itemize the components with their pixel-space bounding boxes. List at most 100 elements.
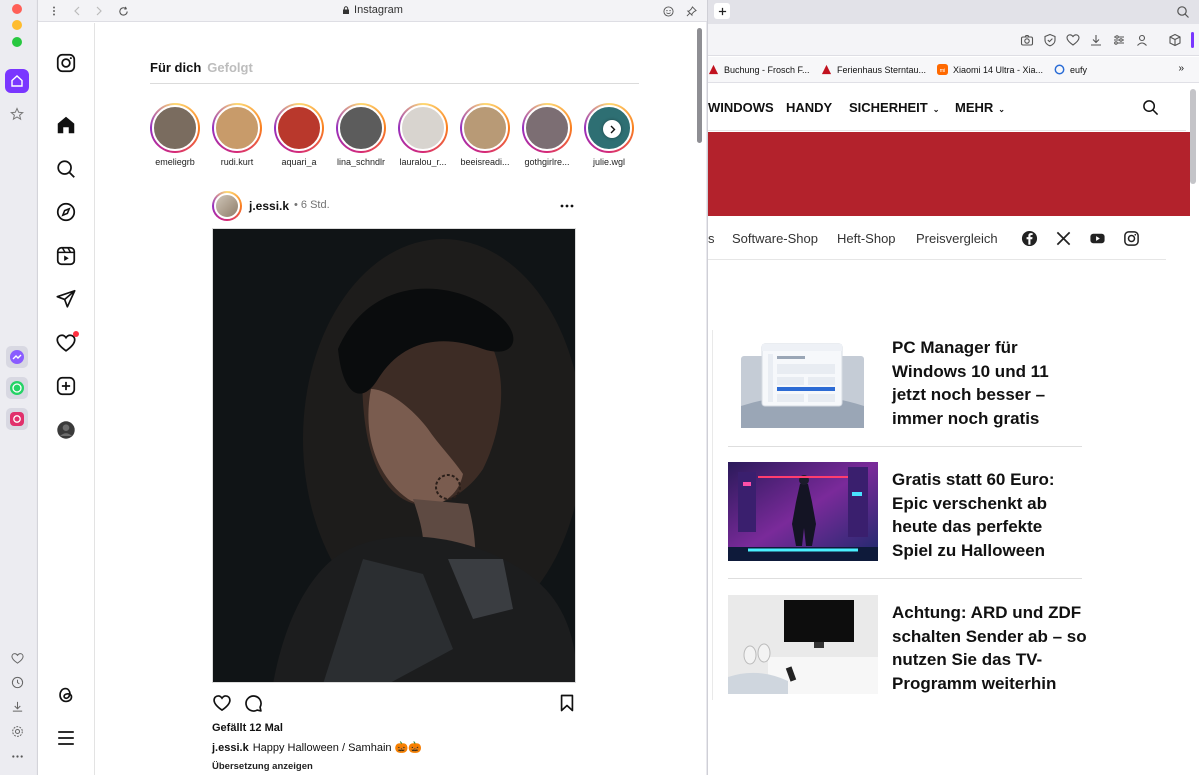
clock-icon bbox=[11, 676, 24, 689]
shield-icon[interactable] bbox=[1043, 33, 1057, 47]
article-headline[interactable]: PC Manager für Windows 10 und 11 jetzt n… bbox=[892, 336, 1087, 430]
download-icon bbox=[11, 700, 24, 713]
facebook-icon[interactable] bbox=[1021, 230, 1038, 247]
subnav-item-preisvergleich[interactable]: Preisvergleich bbox=[916, 231, 998, 246]
caption-username[interactable]: j.essi.k bbox=[212, 742, 249, 754]
more-sidebar-button[interactable] bbox=[9, 748, 25, 764]
site-search-icon[interactable] bbox=[1142, 99, 1159, 116]
post-author-avatar[interactable] bbox=[212, 191, 242, 221]
post-timestamp: • 6 Std. bbox=[294, 199, 330, 211]
youtube-icon[interactable] bbox=[1089, 230, 1106, 247]
story-item[interactable]: lina_schndlr bbox=[330, 103, 392, 167]
nav-search[interactable] bbox=[55, 158, 77, 180]
tabs-divider bbox=[150, 83, 639, 84]
settings-button[interactable] bbox=[9, 723, 25, 739]
like-button[interactable] bbox=[212, 693, 232, 713]
nav-item-handy[interactable]: HANDY bbox=[786, 100, 832, 115]
article-headline[interactable]: Gratis statt 60 Euro: Epic verschenkt ab… bbox=[892, 468, 1087, 562]
messenger-app-button[interactable] bbox=[6, 346, 28, 368]
new-tab-button[interactable] bbox=[714, 3, 730, 19]
home-icon bbox=[10, 74, 24, 88]
tab-search-icon[interactable] bbox=[1176, 5, 1190, 19]
bookmark-item[interactable]: eufy bbox=[1054, 64, 1087, 75]
nav-threads[interactable] bbox=[55, 684, 77, 706]
extension-cube-icon[interactable] bbox=[1168, 33, 1182, 47]
stories-tray: emeliegrb rudi.kurt aquari_a lina_schndl… bbox=[150, 103, 650, 173]
nav-explore[interactable] bbox=[55, 201, 77, 223]
frosch-favicon-icon bbox=[708, 64, 719, 75]
whatsapp-app-button[interactable] bbox=[6, 377, 28, 399]
story-avatar bbox=[276, 105, 322, 151]
story-item[interactable]: gothgirlre... bbox=[516, 103, 578, 167]
reels-icon bbox=[55, 245, 77, 267]
close-window-button[interactable] bbox=[12, 4, 22, 14]
easy-setup-icon[interactable] bbox=[1112, 33, 1126, 47]
chevron-right-icon bbox=[609, 125, 616, 134]
bookmark-label: Buchung - Frosch F... bbox=[724, 65, 810, 75]
story-username: julie.wgl bbox=[578, 157, 640, 167]
ad-banner[interactable] bbox=[708, 132, 1190, 216]
panel-scrollbar[interactable] bbox=[697, 28, 702, 143]
bookmark-item[interactable]: Ferienhaus Sterntau... bbox=[821, 64, 926, 75]
notification-dot bbox=[73, 331, 79, 337]
history-button[interactable] bbox=[9, 674, 25, 690]
nav-notifications[interactable] bbox=[55, 332, 77, 354]
heart-sidebar-button[interactable] bbox=[9, 650, 25, 666]
post-actions bbox=[212, 693, 576, 715]
subnav-item-cut[interactable]: s bbox=[708, 231, 715, 246]
download-icon[interactable] bbox=[1089, 33, 1103, 47]
bookmark-item[interactable]: miXiaomi 14 Ultra - Xia... bbox=[937, 64, 1043, 75]
plus-icon bbox=[718, 7, 727, 16]
heart-icon[interactable] bbox=[1066, 33, 1080, 47]
post-author-username[interactable]: j.essi.k bbox=[249, 199, 289, 213]
page-scrollbar[interactable] bbox=[1190, 89, 1196, 184]
story-item[interactable]: lauralou_r... bbox=[392, 103, 454, 167]
story-item[interactable]: aquari_a bbox=[268, 103, 330, 167]
x-twitter-icon[interactable] bbox=[1055, 230, 1072, 247]
camera-icon[interactable] bbox=[1020, 33, 1034, 47]
save-post-button[interactable] bbox=[557, 693, 577, 713]
nav-item-sicherheit[interactable]: SICHERHEIT⌄ bbox=[849, 100, 939, 115]
emoji-button[interactable] bbox=[660, 3, 676, 19]
home-workspace-button[interactable] bbox=[5, 69, 29, 93]
instagram-logo-button[interactable] bbox=[55, 52, 77, 74]
story-item[interactable]: rudi.kurt bbox=[206, 103, 268, 167]
story-item[interactable]: emeliegrb bbox=[144, 103, 206, 167]
likes-count[interactable]: Gefällt 12 Mal bbox=[212, 722, 283, 734]
tab-following[interactable]: Gefolgt bbox=[207, 60, 253, 75]
tab-for-you[interactable]: Für dich bbox=[150, 60, 201, 75]
favorites-button[interactable] bbox=[5, 102, 29, 126]
story-item[interactable]: beeisreadi... bbox=[454, 103, 516, 167]
instagram-icon[interactable] bbox=[1123, 230, 1140, 247]
nav-item-windows[interactable]: WINDOWS bbox=[708, 100, 774, 115]
subnav-item-software-shop[interactable]: Software-Shop bbox=[732, 231, 818, 246]
stories-next-button[interactable] bbox=[603, 120, 621, 138]
instagram-logo-icon bbox=[55, 52, 77, 74]
more-bookmarks-button[interactable]: » bbox=[1178, 63, 1184, 74]
nav-profile[interactable] bbox=[55, 419, 77, 441]
article-headline[interactable]: Achtung: ARD und ZDF schalten Sender ab … bbox=[892, 601, 1087, 695]
post-options-button[interactable] bbox=[560, 195, 574, 211]
nav-messages[interactable] bbox=[55, 288, 77, 310]
story-ring bbox=[150, 103, 200, 153]
subnav-item-heft-shop[interactable]: Heft-Shop bbox=[837, 231, 896, 246]
minimize-window-button[interactable] bbox=[12, 20, 22, 30]
instagram-app-button[interactable] bbox=[6, 408, 28, 430]
bookmark-item[interactable]: Buchung - Frosch F... bbox=[708, 64, 810, 75]
post-image[interactable] bbox=[212, 228, 576, 683]
story-avatar bbox=[338, 105, 384, 151]
nav-more[interactable] bbox=[55, 727, 77, 749]
pin-panel-button[interactable] bbox=[683, 3, 699, 19]
search-icon bbox=[55, 158, 77, 180]
nav-home[interactable] bbox=[55, 114, 77, 136]
downloads-button[interactable] bbox=[9, 698, 25, 714]
nav-item-mehr[interactable]: MEHR⌄ bbox=[955, 100, 1005, 115]
show-translation-link[interactable]: Übersetzung anzeigen bbox=[212, 761, 313, 772]
browser-toolbar bbox=[708, 24, 1199, 56]
profile-icon[interactable] bbox=[1135, 33, 1149, 47]
maximize-window-button[interactable] bbox=[12, 37, 22, 47]
nav-reels[interactable] bbox=[55, 245, 77, 267]
heart-icon bbox=[212, 693, 232, 713]
comment-button[interactable] bbox=[243, 693, 263, 713]
nav-create[interactable] bbox=[55, 375, 77, 397]
